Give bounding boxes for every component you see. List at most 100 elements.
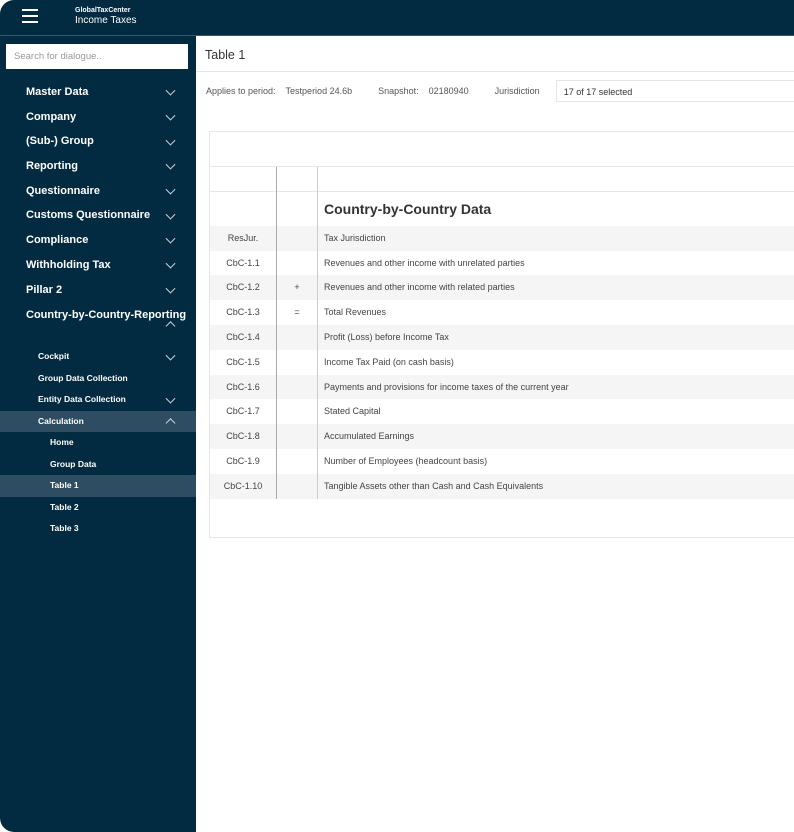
chevron-down-icon[interactable] <box>165 184 176 195</box>
nav-label: Table 2 <box>50 501 79 512</box>
hamburger-menu-icon[interactable] <box>22 9 38 23</box>
row-label: Revenues and other income with related p… <box>324 282 515 293</box>
data-table: Country-by-Country Data ResJur. Tax Juris… <box>209 131 794 538</box>
jurisdiction-label: Jurisdiction <box>494 86 540 96</box>
chevron-down-icon[interactable] <box>165 283 176 294</box>
nav-label: Reporting <box>26 160 78 173</box>
row-operator <box>277 424 318 449</box>
table-header-row <box>210 132 794 167</box>
table-row: CbC-1.9 Number of Employees (headcount ba… <box>210 448 794 474</box>
nav-label: Compliance <box>26 234 89 247</box>
row-operator <box>277 324 318 350</box>
table-header-row <box>210 167 794 218</box>
chevron-down-icon[interactable] <box>165 258 176 269</box>
chevron-up-icon[interactable] <box>165 321 176 332</box>
sidebar-item-group-data-collection[interactable]: Group Data Collection <box>0 368 196 390</box>
nav-label: Table 3 <box>50 523 79 534</box>
nav-label: Master Data <box>26 86 89 98</box>
row-code: CbC-1.1 <box>210 250 277 276</box>
sidebar-item-questionnaire[interactable]: Questionnaire <box>0 179 196 204</box>
table-row: CbC-1.10 Tangible Assets other than Cash … <box>210 473 794 499</box>
row-label: Income Tax Paid (on cash basis) <box>324 356 454 367</box>
sidebar-item-table-3[interactable]: Table 3 <box>0 518 196 540</box>
sidebar-item-customs-questionnaire[interactable]: Customs Questionnaire <box>0 203 196 228</box>
nav-label: Group Data Collection <box>38 372 128 383</box>
row-label: Revenues and other income with unrelated… <box>324 257 525 268</box>
row-operator <box>277 399 318 425</box>
sidebar-item-withholding-tax[interactable]: Withholding Tax <box>0 253 196 278</box>
sidebar-item-reporting[interactable]: Reporting <box>0 154 196 179</box>
row-label: Payments and provisions for income taxes… <box>324 381 569 392</box>
row-code: CbC-1.5 <box>210 349 277 375</box>
period-label: Applies to period: <box>206 86 276 96</box>
row-label: Number of Employees (headcount basis) <box>324 455 488 466</box>
row-operator <box>277 374 318 400</box>
sidebar-item-entity-data-collection[interactable]: Entity Data Collection <box>0 389 196 411</box>
row-operator: + <box>277 275 318 301</box>
sidebar-nav: Master Data Company (Sub-) Group Reporting Q… <box>0 80 196 540</box>
row-code: CbC-1.9 <box>210 448 277 474</box>
nav-label: Home <box>50 437 74 448</box>
app-title: Income Taxes <box>75 15 137 26</box>
sidebar-item-compliance[interactable]: Compliance <box>0 228 196 253</box>
nav-label: Calculation <box>38 415 84 426</box>
brand-logo: GlobalTaxCenter <box>75 7 131 14</box>
row-code: CbC-1.7 <box>210 399 277 425</box>
sidebar-item-group-data[interactable]: Group Data <box>0 454 196 476</box>
search-input[interactable] <box>6 44 188 69</box>
sidebar-item-table-2[interactable]: Table 2 <box>0 497 196 519</box>
table-row: CbC-1.3 = Total Revenues <box>210 300 794 325</box>
nav-label: Group Data <box>50 458 97 469</box>
sidebar-item-table-1[interactable]: Table 1 <box>0 475 196 497</box>
table-row: CbC-1.8 Accumulated Earnings <box>210 424 794 449</box>
nav-label: Entity Data Collection <box>38 394 126 405</box>
row-code: CbC-1.4 <box>210 324 277 350</box>
sidebar-item-calculation[interactable]: Calculation <box>0 410 196 433</box>
main-content: Table 1 Applies to period: Testperiod 24… <box>196 36 794 832</box>
sidebar-item-master-data[interactable]: Master Data <box>0 80 196 105</box>
row-code: CbC-1.2 <box>210 275 277 301</box>
chevron-down-icon[interactable] <box>165 160 176 170</box>
row-code: CbC-1.10 <box>210 473 277 499</box>
nav-label: Cockpit <box>38 351 70 362</box>
chevron-up-icon[interactable] <box>165 418 176 429</box>
sidebar-item-pillar-2[interactable]: Pillar 2 <box>0 278 196 303</box>
chevron-down-icon[interactable] <box>165 234 176 245</box>
row-operator <box>277 473 318 499</box>
row-label: Tangible Assets other than Cash and Cash… <box>324 480 544 491</box>
chevron-down-icon[interactable] <box>165 110 176 121</box>
row-label: Profit (Loss) before Income Tax <box>324 331 449 342</box>
snapshot-label: Snapshot: <box>378 86 419 96</box>
period-value: Testperiod 24.6b <box>285 86 353 96</box>
sidebar-item-company[interactable]: Company <box>0 105 196 130</box>
row-label: Accumulated Earnings <box>324 431 415 442</box>
row-operator <box>277 349 318 375</box>
row-code: CbC-1.6 <box>210 374 277 400</box>
nav-label: Questionnaire <box>26 184 100 197</box>
app-window: GlobalTaxCenter Income Taxes Master Data… <box>0 0 794 832</box>
sidebar-item-home[interactable]: Home <box>0 432 196 454</box>
nav-label: Customs Questionnaire <box>26 209 151 222</box>
table-row: CbC-1.2 + Revenues and other income with r… <box>210 275 794 301</box>
row-label: Total Revenues <box>324 307 387 318</box>
chevron-down-icon[interactable] <box>165 209 176 220</box>
sidebar-item-country-by-country-reporting[interactable]: Country-by-Country-Reporting <box>0 302 196 346</box>
row-code: ResJur. <box>210 225 277 251</box>
chevron-down-icon[interactable] <box>165 393 176 404</box>
chevron-down-icon[interactable] <box>165 350 176 361</box>
jurisdiction-select[interactable]: 17 of 17 selected <box>555 80 794 102</box>
table-row: CbC-1.4 Profit (Loss) before Income Tax <box>210 324 794 350</box>
nav-label: Pillar 2 <box>26 283 63 296</box>
nav-label: Table 1 <box>50 480 79 491</box>
row-label: Stated Capital <box>324 406 381 417</box>
nav-label: Withholding Tax <box>26 258 111 271</box>
chevron-down-icon[interactable] <box>165 135 176 146</box>
sidebar: Master Data Company (Sub-) Group Reporting Q… <box>0 36 196 832</box>
chevron-down-icon[interactable] <box>165 85 176 96</box>
sidebar-item-cockpit[interactable]: Cockpit <box>0 346 196 368</box>
filter-bar: Applies to period: Testperiod 24.6b Snap… <box>206 80 794 102</box>
row-label: Tax Jurisdiction <box>324 232 386 243</box>
section-title: Country-by-Country Data <box>324 200 492 217</box>
row-operator <box>277 448 318 474</box>
sidebar-item--sub-group[interactable]: (Sub-) Group <box>0 129 196 154</box>
